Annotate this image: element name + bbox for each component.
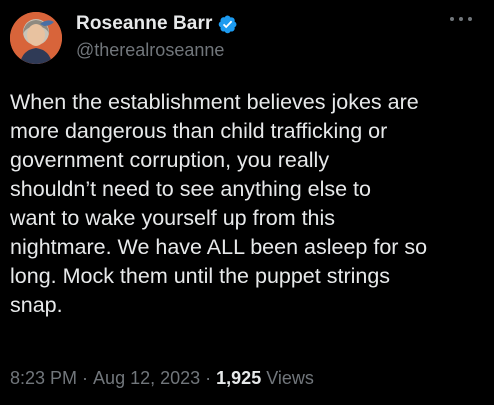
avatar[interactable] [10,12,62,64]
dot [459,17,463,21]
tweet-meta: 8:23 PM · Aug 12, 2023 · 1,925 Views [10,368,314,389]
tweet-text: When the establishment believes jokes ar… [10,90,428,317]
avatar-photo-icon [10,12,62,64]
author-block: Roseanne Barr @therealroseanne [76,12,238,61]
tweet-time[interactable]: 8:23 PM [10,368,77,389]
views-label: Views [266,368,314,388]
views-count[interactable]: 1,925 [216,368,261,389]
meta-separator: · [82,368,89,388]
tweet-card: Roseanne Barr @therealroseanne When the … [0,0,494,405]
tweet-date[interactable]: Aug 12, 2023 [93,368,200,389]
more-options-icon[interactable] [450,14,472,24]
dot [450,17,454,21]
dot [468,17,472,21]
author-handle[interactable]: @therealroseanne [76,40,238,61]
author-display-name[interactable]: Roseanne Barr [76,13,212,35]
verified-badge-icon [217,14,238,35]
meta-separator: · [205,368,212,388]
name-row: Roseanne Barr [76,12,238,36]
